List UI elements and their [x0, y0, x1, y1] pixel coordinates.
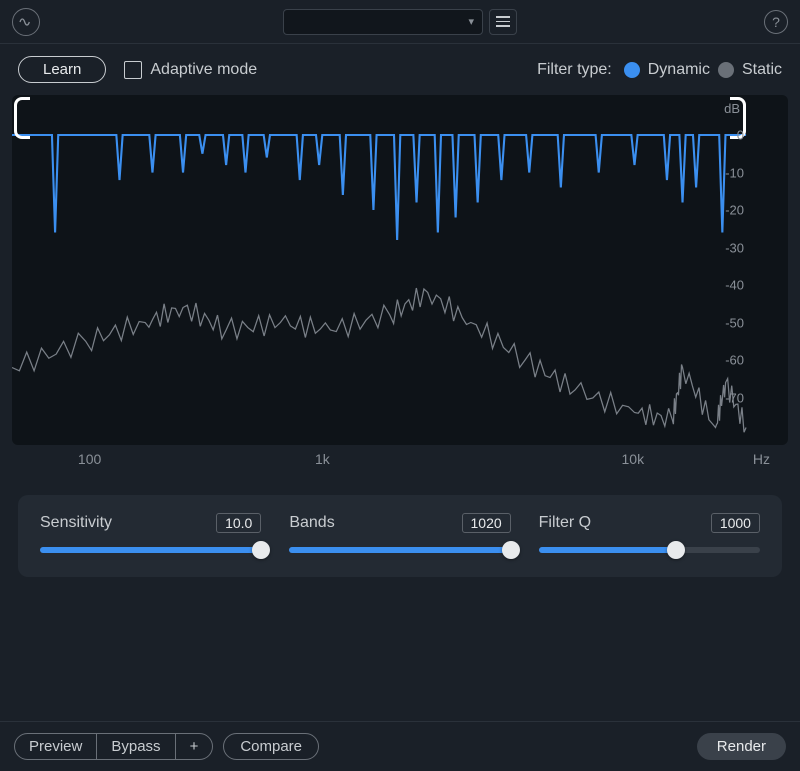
preview-bypass-segment: Preview Bypass +: [14, 733, 213, 760]
preset-area: ▾: [283, 9, 517, 35]
render-button[interactable]: Render: [697, 733, 786, 760]
learn-button[interactable]: Learn: [18, 56, 106, 83]
sensitivity-slider[interactable]: [40, 547, 261, 553]
dynamic-label: Dynamic: [648, 61, 710, 79]
title-bar: ▾ ?: [0, 0, 800, 44]
frequency-axis: Hz 100 1k 10k: [12, 445, 788, 475]
preview-button[interactable]: Preview: [15, 734, 96, 759]
radio-static[interactable]: [718, 62, 734, 78]
help-button[interactable]: ?: [764, 10, 788, 34]
app-logo-icon[interactable]: [12, 8, 40, 36]
bands-value[interactable]: 1020: [462, 513, 511, 533]
freq-tick: 100: [78, 451, 101, 467]
mode-controls: Learn Adaptive mode Filter type: Dynamic…: [0, 44, 800, 91]
sensitivity-value[interactable]: 10.0: [216, 513, 261, 533]
radio-dynamic[interactable]: [624, 62, 640, 78]
range-handle-left[interactable]: [14, 97, 30, 139]
adaptive-mode-label: Adaptive mode: [150, 61, 257, 79]
checkbox-icon: [124, 61, 142, 79]
range-handle-right[interactable]: [730, 97, 746, 139]
chevron-down-icon: ▾: [468, 15, 474, 28]
spectrum-area: dB 0-10-20-30-40-50-60-70 Hz 100 1k 10k: [12, 95, 788, 475]
compare-button[interactable]: Compare: [223, 733, 319, 760]
bands-label: Bands: [289, 514, 334, 532]
bypass-button[interactable]: Bypass: [96, 734, 174, 759]
footer-bar: Preview Bypass + Compare Render: [0, 721, 800, 771]
filter-type-group: Filter type: Dynamic Static: [537, 61, 782, 79]
adaptive-mode-checkbox[interactable]: Adaptive mode: [124, 61, 257, 79]
filter-q-slider[interactable]: [539, 547, 760, 553]
freq-tick: 10k: [622, 451, 645, 467]
preset-dropdown[interactable]: ▾: [283, 9, 483, 35]
bands-slider[interactable]: [289, 547, 510, 553]
hz-unit-label: Hz: [753, 451, 770, 467]
parameters-panel: Sensitivity 10.0 Bands 1020 Filter Q 100…: [18, 495, 782, 577]
sensitivity-label: Sensitivity: [40, 514, 112, 532]
preset-menu-button[interactable]: [489, 9, 517, 35]
add-button[interactable]: +: [175, 734, 213, 759]
filter-q-control: Filter Q 1000: [539, 513, 760, 553]
filter-q-value[interactable]: 1000: [711, 513, 760, 533]
freq-tick: 1k: [315, 451, 330, 467]
sensitivity-control: Sensitivity 10.0: [40, 513, 261, 553]
bands-control: Bands 1020: [289, 513, 510, 553]
spectrum-display[interactable]: dB 0-10-20-30-40-50-60-70: [12, 95, 788, 445]
filter-type-label: Filter type:: [537, 61, 612, 79]
filter-q-label: Filter Q: [539, 514, 591, 532]
static-label: Static: [742, 61, 782, 79]
help-icon: ?: [772, 14, 780, 30]
spectrum-plot: [12, 95, 788, 445]
